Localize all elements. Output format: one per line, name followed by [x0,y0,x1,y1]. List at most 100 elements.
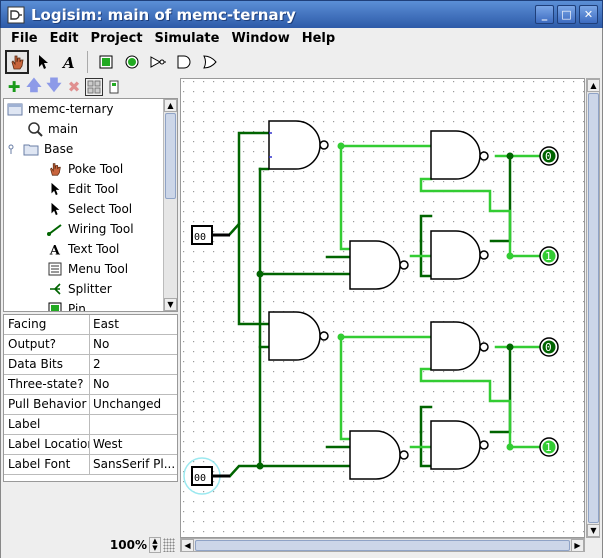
prop-row-label-font[interactable]: Label Font SansSerif Pl... [4,455,177,475]
tool-bar: A [0,48,603,76]
prop-value[interactable]: No [90,375,177,394]
scroll-up-arrow-icon[interactable]: ▲ [164,99,177,112]
text-tool-icon[interactable]: A [57,50,81,74]
prop-key: Output? [4,335,90,354]
menu-simulate[interactable]: Simulate [149,31,226,46]
scroll-right-arrow-icon[interactable]: ▶ [571,539,584,552]
tree-item-label: memc-ternary [28,102,114,116]
tree-item-label: Wiring Tool [68,222,134,236]
prop-row-data-bits[interactable]: Data Bits 2 [4,355,177,375]
scroll-down-arrow-icon[interactable]: ▼ [587,524,600,537]
canvas-horizontal-scrollbar[interactable]: ◀ ▶ [180,538,585,552]
circuit-diagram[interactable]: 00 00 0 1 0 1 [181,79,585,538]
close-icon[interactable]: ✕ [579,5,598,24]
pin-output-icon[interactable] [120,50,144,74]
circuit-canvas[interactable]: 00 00 0 1 0 1 [180,78,585,538]
tree-expand-handle-icon[interactable] [6,140,18,158]
prop-row-three-state[interactable]: Three-state? No [4,375,177,395]
menu-bar: File Edit Project Simulate Window Help [0,28,603,48]
tree-item-pin[interactable]: Pin [46,299,86,312]
tree-item-select-tool[interactable]: Select Tool [46,199,132,219]
prop-value[interactable]: SansSerif Pl... [90,455,177,474]
zoom-value[interactable]: 100% [110,538,147,552]
explorer-tree: memc-ternary main Base Poke Tool Edit To… [3,98,178,312]
poke-tool-icon[interactable] [5,50,29,74]
menu-project[interactable]: Project [84,31,148,46]
canvas-area: 00 00 0 1 0 1 ▲ ▼ ◀ ▶ [178,76,603,558]
prop-key: Label Font [4,455,90,474]
output-pin-2-value: 1 [545,250,552,263]
menu-file[interactable]: File [5,31,44,46]
output-pin-4[interactable]: 1 [539,437,559,457]
prop-row-output[interactable]: Output? No [4,335,177,355]
tree-item-edit-tool[interactable]: Edit Tool [46,179,118,199]
tree-item-label: Base [44,142,74,156]
scroll-down-arrow-icon[interactable]: ▼ [164,298,177,311]
pin-icon [46,300,64,311]
menu-window[interactable]: Window [225,31,295,46]
move-up-icon[interactable]: 🡅 [25,76,43,96]
tree-item-poke-tool[interactable]: Poke Tool [46,159,123,179]
prop-row-facing[interactable]: Facing East [4,315,177,335]
properties-table: Facing East Output? No Data Bits 2 Three-st… [3,314,178,482]
maximize-icon[interactable]: □ [557,5,576,24]
prop-value[interactable] [90,415,177,434]
window-title: Logisim: main of memc-ternary [31,5,296,24]
tree-item-splitter[interactable]: Splitter [46,279,112,299]
prop-key: Label Location [4,435,90,454]
tree-item-wiring-tool[interactable]: Wiring Tool [46,219,134,239]
prop-value[interactable]: 2 [90,355,177,374]
select-arrow-icon [46,200,64,218]
explorer-scroll-thumb[interactable] [165,113,176,199]
select-tool-icon[interactable] [31,50,55,74]
view-toolbox-icon[interactable] [85,78,103,96]
circuit-magnifier-icon [26,120,44,138]
project-icon [6,100,24,118]
not-gate-icon[interactable] [146,50,170,74]
scroll-left-arrow-icon[interactable]: ◀ [181,539,194,552]
output-pin-4-value: 1 [545,441,552,454]
prop-key: Three-state? [4,375,90,394]
prop-row-pull-behavior[interactable]: Pull Behavior Unchanged [4,395,177,415]
add-circuit-icon[interactable]: ✚ [5,78,23,96]
menu-help[interactable]: Help [296,31,341,46]
tree-item-label: Edit Tool [68,182,119,196]
output-pin-2[interactable]: 1 [539,246,559,266]
tree-item-label: Splitter [68,282,112,296]
and-gate-icon[interactable] [172,50,196,74]
tree-item-label: Poke Tool [68,162,124,176]
output-pin-1[interactable]: 0 [539,146,559,166]
tree-item-project[interactable]: memc-ternary [6,99,114,119]
output-pin-3[interactable]: 0 [539,337,559,357]
scroll-up-arrow-icon[interactable]: ▲ [587,79,600,92]
toolbar-separator [87,51,88,73]
delete-icon[interactable]: ✖ [65,78,83,96]
tree-item-menu-tool[interactable]: Menu Tool [46,259,128,279]
pin-input-icon[interactable] [94,50,118,74]
prop-value[interactable]: West [90,435,177,454]
explorer-scrollbar[interactable]: ▲ ▼ [163,99,177,311]
wiring-icon [46,220,64,238]
prop-value[interactable]: No [90,335,177,354]
prop-row-label-location[interactable]: Label Location West [4,435,177,455]
prop-value[interactable]: East [90,315,177,334]
canvas-vscroll-thumb[interactable] [588,93,599,523]
canvas-hscroll-thumb[interactable] [195,540,570,551]
grip-icon[interactable] [163,538,175,552]
or-gate-icon[interactable] [198,50,222,74]
tree-item-base[interactable]: Base [6,139,73,159]
logisim-app-icon [7,6,25,23]
move-down-icon[interactable]: 🡇 [45,76,63,96]
prop-row-label[interactable]: Label [4,415,177,435]
view-simulation-icon[interactable] [105,78,123,96]
prop-value[interactable]: Unchanged [90,395,177,414]
zoom-spinner-icon[interactable]: ▲ ▼ [149,537,161,553]
menu-edit[interactable]: Edit [44,31,85,46]
tree-item-text-tool[interactable]: A Text Tool [46,239,120,259]
minimize-icon[interactable]: _ [535,5,554,24]
tree-item-label: Pin [68,302,86,312]
svg-text:A: A [61,54,75,70]
tree-item-main[interactable]: main [26,119,78,139]
canvas-vertical-scrollbar[interactable]: ▲ ▼ [586,78,600,538]
tree-item-label: main [48,122,78,136]
